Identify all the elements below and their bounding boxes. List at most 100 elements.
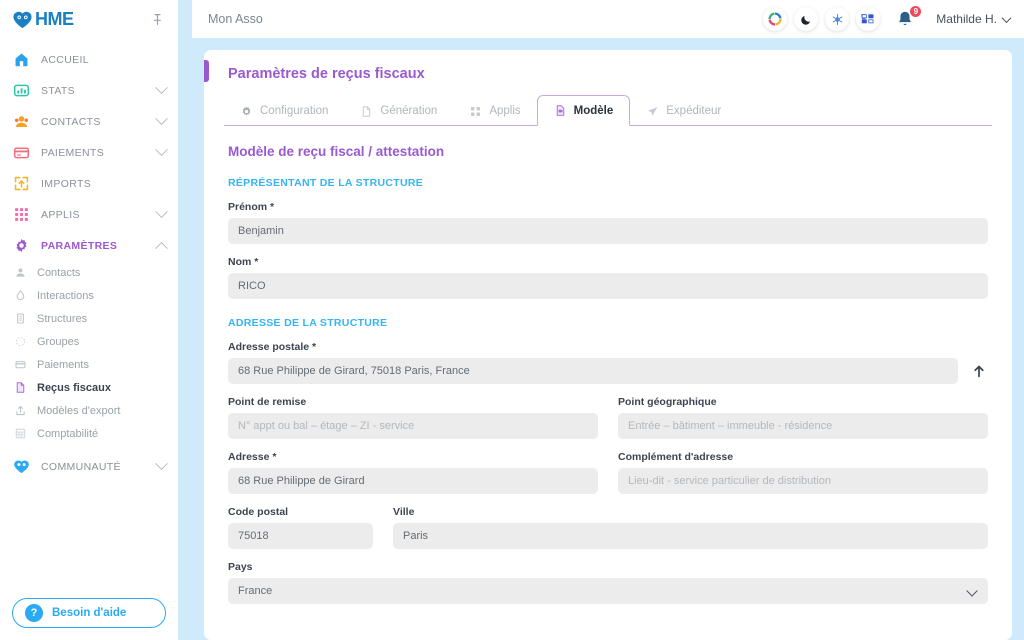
field-pays: Pays <box>228 561 988 604</box>
notification-badge: 9 <box>909 5 923 18</box>
chevron-down-icon[interactable] <box>155 457 168 471</box>
sidebar-subitem-contacts[interactable]: Contacts <box>0 261 178 284</box>
sidebar-subitem-structures[interactable]: Structures <box>0 307 178 330</box>
sidebar-item-paiements[interactable]: PAIEMENTS <box>0 137 178 168</box>
sidebar-item-accueil[interactable]: ACCUEIL <box>0 44 178 75</box>
postal-code-input[interactable] <box>228 523 373 549</box>
tab-expediteur[interactable]: Expéditeur <box>630 96 737 126</box>
representative-heading: RÉPRÉSENTANT DE LA STRUCTURE <box>228 177 424 189</box>
app-title: Mon Asso <box>208 12 263 26</box>
row-points: Point de remise Point géographique <box>228 396 988 439</box>
sidebar-subitem-label: Reçus fiscaux <box>37 381 111 394</box>
sidebar-subitem-paiements[interactable]: Paiements <box>0 353 178 376</box>
field-label: Code postal <box>228 506 289 518</box>
field-point-geographique: Point géographique <box>618 396 988 439</box>
chevron-down-icon[interactable] <box>155 112 168 126</box>
sidebar-subitem-recus-fiscaux[interactable]: Reçus fiscaux <box>0 376 178 399</box>
help-button[interactable]: ? Besoin d'aide <box>12 598 166 628</box>
sidebar-subitem-comptabilite[interactable]: Comptabilité <box>0 422 178 445</box>
tab-configuration[interactable]: Configuration <box>224 96 344 126</box>
tab-modele[interactable]: Modèle <box>536 95 631 126</box>
groups-icon <box>15 336 26 347</box>
notifications-button[interactable]: 9 <box>895 5 923 31</box>
sidebar-nav: ACCUEIL STATS CONTACTS PAIEMENTS IMPORTS… <box>0 38 178 598</box>
sidebar-item-label: PARAMÈTRES <box>41 239 118 252</box>
user-name: Mathilde H. <box>936 12 997 26</box>
field-code-postal: Code postal <box>228 506 373 549</box>
chevron-down-icon[interactable] <box>155 143 168 157</box>
sidebar-subitem-label: Modèles d'export <box>37 404 121 417</box>
sidebar-item-label: IMPORTS <box>41 177 92 190</box>
country-select-wrap <box>228 578 988 604</box>
app-root: HME ACCUEIL STATS CONTACTS PAIEMENTS IMP… <box>0 0 1024 640</box>
field-label: Point géographique <box>618 396 717 408</box>
tab-applis[interactable]: Applis <box>453 96 536 126</box>
sidebar-subitem-label: Comptabilité <box>37 427 99 440</box>
first-name-input[interactable] <box>228 218 988 244</box>
chevron-down-icon <box>1001 12 1012 23</box>
field-label: Ville <box>393 506 415 518</box>
settings-card: Paramètres de reçus fiscaux Configuratio… <box>204 50 1012 640</box>
template-tab-icon <box>556 105 564 116</box>
city-input[interactable] <box>393 523 988 549</box>
field-label: Point de remise <box>228 396 307 408</box>
tab-label: Modèle <box>573 104 614 117</box>
sidebar-subitem-modeles-export[interactable]: Modèles d'export <box>0 399 178 422</box>
up-arrow-icon[interactable] <box>970 362 988 380</box>
country-select[interactable] <box>228 578 988 604</box>
chevron-down-icon[interactable] <box>155 81 168 95</box>
row-adresse: Adresse * Complément d'adresse <box>228 451 988 494</box>
sidebar-subitem-label: Contacts <box>37 266 81 279</box>
contacts-icon <box>14 116 29 128</box>
field-ville: Ville <box>393 506 988 549</box>
home-icon <box>15 53 28 67</box>
address-heading: ADRESSE DE LA STRUCTURE <box>228 317 388 329</box>
blue-gutter <box>178 0 192 640</box>
export-icon <box>16 405 25 416</box>
community-heart-icon <box>14 460 29 474</box>
sidebar: HME ACCUEIL STATS CONTACTS PAIEMENTS IMP… <box>0 0 178 640</box>
sidebar-item-parametres[interactable]: PARAMÈTRES <box>0 230 178 261</box>
card-accent-bar <box>204 60 209 82</box>
keyboard-shortcut-icon[interactable]: 뱊 <box>856 7 881 31</box>
field-label: Adresse postale * <box>228 341 317 353</box>
snowflake-icon[interactable] <box>825 7 850 31</box>
gear-icon <box>16 238 27 253</box>
last-name-input[interactable] <box>228 273 988 299</box>
main-region: Mon Asso 9 Mathilde H. Paramètres de reç… <box>192 0 1024 640</box>
field-adresse: Adresse * <box>228 451 598 494</box>
sidebar-header: HME <box>0 0 178 38</box>
sidebar-subitem-label: Structures <box>37 312 88 325</box>
field-nom: Nom * <box>228 256 988 299</box>
help-button-label: Besoin d'aide <box>52 607 127 619</box>
sidebar-item-communaute[interactable]: COMMUNAUTÉ <box>0 451 178 482</box>
postal-address-input[interactable] <box>228 358 958 384</box>
user-menu[interactable]: Mathilde H. <box>936 12 1012 26</box>
pin-icon[interactable] <box>148 10 166 28</box>
sidebar-subitem-interactions[interactable]: Interactions <box>0 284 178 307</box>
chevron-up-icon[interactable] <box>155 241 168 255</box>
complement-input[interactable] <box>618 468 988 494</box>
gear-tab-icon <box>242 106 251 115</box>
brand-logo[interactable]: HME <box>12 10 74 29</box>
sidebar-item-imports[interactable]: IMPORTS <box>0 168 178 199</box>
chevron-down-icon[interactable] <box>155 205 168 219</box>
brand-name: HME <box>35 9 74 29</box>
sidebar-item-stats[interactable]: STATS <box>0 75 178 106</box>
geographic-point-input[interactable] <box>618 413 988 439</box>
tab-generation[interactable]: Génération <box>344 96 453 126</box>
document-tab-icon <box>363 105 371 117</box>
sidebar-item-contacts[interactable]: CONTACTS <box>0 106 178 137</box>
page-title: Paramètres de reçus fiscaux <box>228 66 425 82</box>
field-point-remise: Point de remise <box>228 396 598 439</box>
tab-label: Applis <box>489 105 521 117</box>
street-input[interactable] <box>228 468 598 494</box>
color-wheel-icon[interactable] <box>763 7 788 31</box>
field-label: Adresse * <box>228 451 277 463</box>
building-icon <box>17 313 24 324</box>
sidebar-subitem-groupes[interactable]: Groupes <box>0 330 178 353</box>
sidebar-item-applis[interactable]: APPLIS <box>0 199 178 230</box>
accounting-icon <box>15 428 26 439</box>
moon-icon[interactable] <box>794 7 819 31</box>
delivery-point-input[interactable] <box>228 413 598 439</box>
